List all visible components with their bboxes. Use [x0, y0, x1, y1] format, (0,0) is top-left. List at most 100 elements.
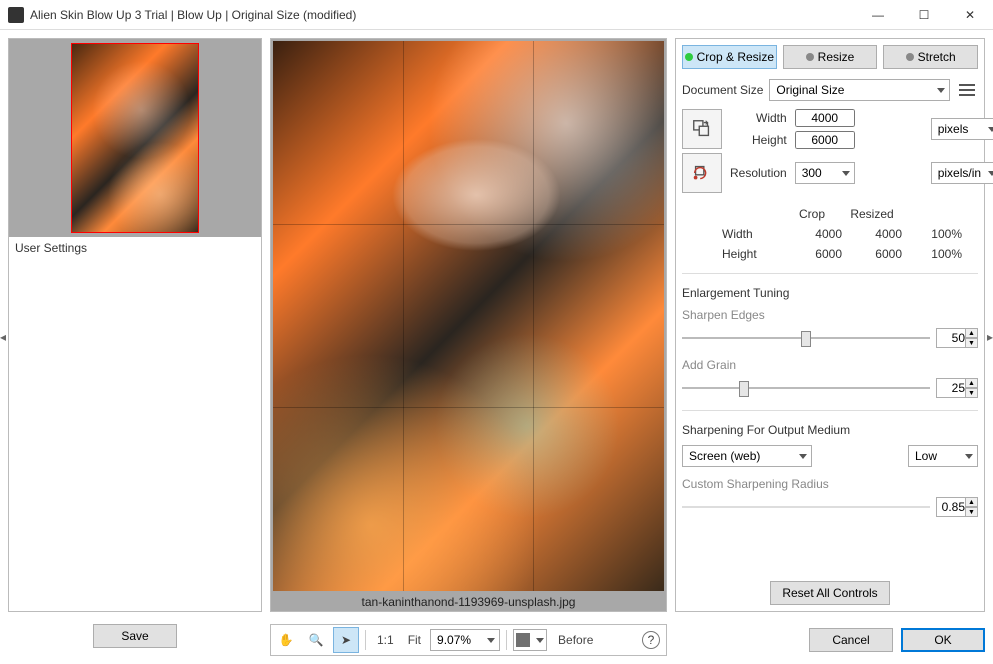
right-panel: Crop & Resize Resize Stretch Document Si…: [675, 38, 985, 612]
spin-up[interactable]: ▲: [966, 497, 978, 507]
slider-thumb[interactable]: [801, 331, 811, 347]
ok-button[interactable]: OK: [901, 628, 985, 652]
output-medium-select[interactable]: Screen (web): [682, 445, 812, 467]
document-size-label: Document Size: [682, 83, 763, 97]
filename-label: tan-kaninthanond-1193969-unsplash.jpg: [271, 593, 666, 611]
table-width-label: Width: [722, 227, 782, 241]
height-crop-value: 6000: [782, 247, 842, 261]
document-size-value: Original Size: [776, 83, 844, 97]
titlebar: Alien Skin Blow Up 3 Trial | Blow Up | O…: [0, 0, 993, 30]
zoom-select[interactable]: 9.07%: [430, 629, 500, 651]
tab-crop-resize-label: Crop & Resize: [697, 50, 774, 64]
help-button[interactable]: ?: [638, 627, 664, 653]
reset-resolution-button[interactable]: [682, 153, 722, 193]
save-button[interactable]: Save: [93, 624, 177, 648]
chevron-down-icon: [799, 454, 807, 459]
help-icon: ?: [642, 631, 660, 649]
resolution-select[interactable]: 300: [795, 162, 855, 184]
pointer-tool[interactable]: ➤: [333, 627, 359, 653]
preview-toolbar: ✋ 🔍 ➤ 1:1 Fit 9.07% Before ?: [270, 624, 667, 656]
reset-icon: [691, 162, 713, 184]
height-input[interactable]: [795, 131, 855, 149]
resolution-value: 300: [802, 166, 822, 180]
add-grain-spinner[interactable]: ▲▼: [936, 378, 978, 398]
height-percent-value: 100%: [902, 247, 962, 261]
grain-value-input[interactable]: [936, 378, 966, 398]
status-dot-icon: [685, 53, 693, 61]
chevron-down-icon: [937, 88, 945, 93]
height-label: Height: [730, 133, 787, 147]
spin-down[interactable]: ▼: [966, 388, 978, 398]
custom-radius-input[interactable]: [936, 497, 966, 517]
reset-all-button[interactable]: Reset All Controls: [770, 581, 890, 605]
spin-down[interactable]: ▼: [966, 338, 978, 348]
add-grain-slider[interactable]: [682, 387, 930, 389]
zoom-tool[interactable]: 🔍: [303, 627, 329, 653]
chevron-down-icon: [988, 171, 993, 176]
resolution-label: Resolution: [730, 166, 787, 180]
status-dot-icon: [906, 53, 914, 61]
tab-resize[interactable]: Resize: [783, 45, 878, 69]
ok-label: OK: [934, 633, 951, 647]
spin-up[interactable]: ▲: [966, 378, 978, 388]
output-level-value: Low: [915, 449, 937, 463]
spin-down[interactable]: ▼: [966, 507, 978, 517]
swap-icon: [691, 118, 713, 140]
chevron-down-icon: [988, 127, 993, 132]
swap-dimensions-button[interactable]: [682, 109, 722, 149]
custom-radius-spinner[interactable]: ▲▼: [936, 497, 978, 517]
output-level-select[interactable]: Low: [908, 445, 978, 467]
chevron-down-icon: [965, 454, 973, 459]
output-sharpening-title: Sharpening For Output Medium: [682, 423, 978, 437]
background-color-select[interactable]: [513, 629, 547, 651]
chevron-down-icon: [487, 638, 495, 643]
center-panel: tan-kaninthanond-1193969-unsplash.jpg: [270, 38, 667, 612]
menu-icon: [959, 84, 975, 96]
maximize-button[interactable]: ☐: [901, 0, 947, 30]
units-select[interactable]: pixels: [931, 118, 993, 140]
table-height-label: Height: [722, 247, 782, 261]
zoom-fit[interactable]: Fit: [403, 627, 426, 653]
zoom-one-to-one[interactable]: 1:1: [372, 627, 399, 653]
left-collapse-handle[interactable]: ◂: [0, 325, 8, 349]
output-medium-value: Screen (web): [689, 449, 760, 463]
hand-tool[interactable]: ✋: [273, 627, 299, 653]
tab-stretch-label: Stretch: [918, 50, 956, 64]
preview-image: [273, 41, 664, 591]
right-collapse-handle[interactable]: ▸: [985, 325, 993, 349]
document-size-select[interactable]: Original Size: [769, 79, 950, 101]
cancel-button[interactable]: Cancel: [809, 628, 893, 652]
sharpen-edges-spinner[interactable]: ▲▼: [936, 328, 978, 348]
units-value: pixels: [938, 122, 969, 136]
width-input[interactable]: [795, 109, 855, 127]
before-toggle[interactable]: Before: [551, 627, 600, 653]
left-panel: User Settings: [8, 38, 262, 612]
enlargement-tuning-title: Enlargement Tuning: [682, 286, 978, 300]
slider-thumb[interactable]: [739, 381, 749, 397]
app-icon: [8, 7, 24, 23]
add-grain-label: Add Grain: [682, 358, 978, 372]
tab-crop-resize[interactable]: Crop & Resize: [682, 45, 777, 69]
preset-menu-button[interactable]: [956, 79, 978, 101]
height-resized-value: 6000: [842, 247, 902, 261]
crop-header: Crop: [782, 207, 842, 221]
resolution-units-value: pixels/in: [938, 166, 981, 180]
custom-radius-label: Custom Sharpening Radius: [682, 477, 978, 491]
close-button[interactable]: ✕: [947, 0, 993, 30]
crop-grid-overlay: [273, 41, 664, 591]
color-swatch-icon: [516, 633, 530, 647]
user-settings-label: User Settings: [9, 237, 261, 259]
chevron-down-icon: [842, 171, 850, 176]
tab-stretch[interactable]: Stretch: [883, 45, 978, 69]
spin-up[interactable]: ▲: [966, 328, 978, 338]
sharpen-value-input[interactable]: [936, 328, 966, 348]
canvas[interactable]: [271, 39, 666, 593]
reset-all-label: Reset All Controls: [782, 586, 877, 600]
save-label: Save: [121, 629, 148, 643]
resolution-units-select[interactable]: pixels/in: [931, 162, 993, 184]
sharpen-edges-slider[interactable]: [682, 337, 930, 339]
chevron-down-icon: [536, 638, 544, 643]
minimize-button[interactable]: —: [855, 0, 901, 30]
thumbnail-image[interactable]: [71, 43, 199, 233]
sharpen-edges-label: Sharpen Edges: [682, 308, 978, 322]
